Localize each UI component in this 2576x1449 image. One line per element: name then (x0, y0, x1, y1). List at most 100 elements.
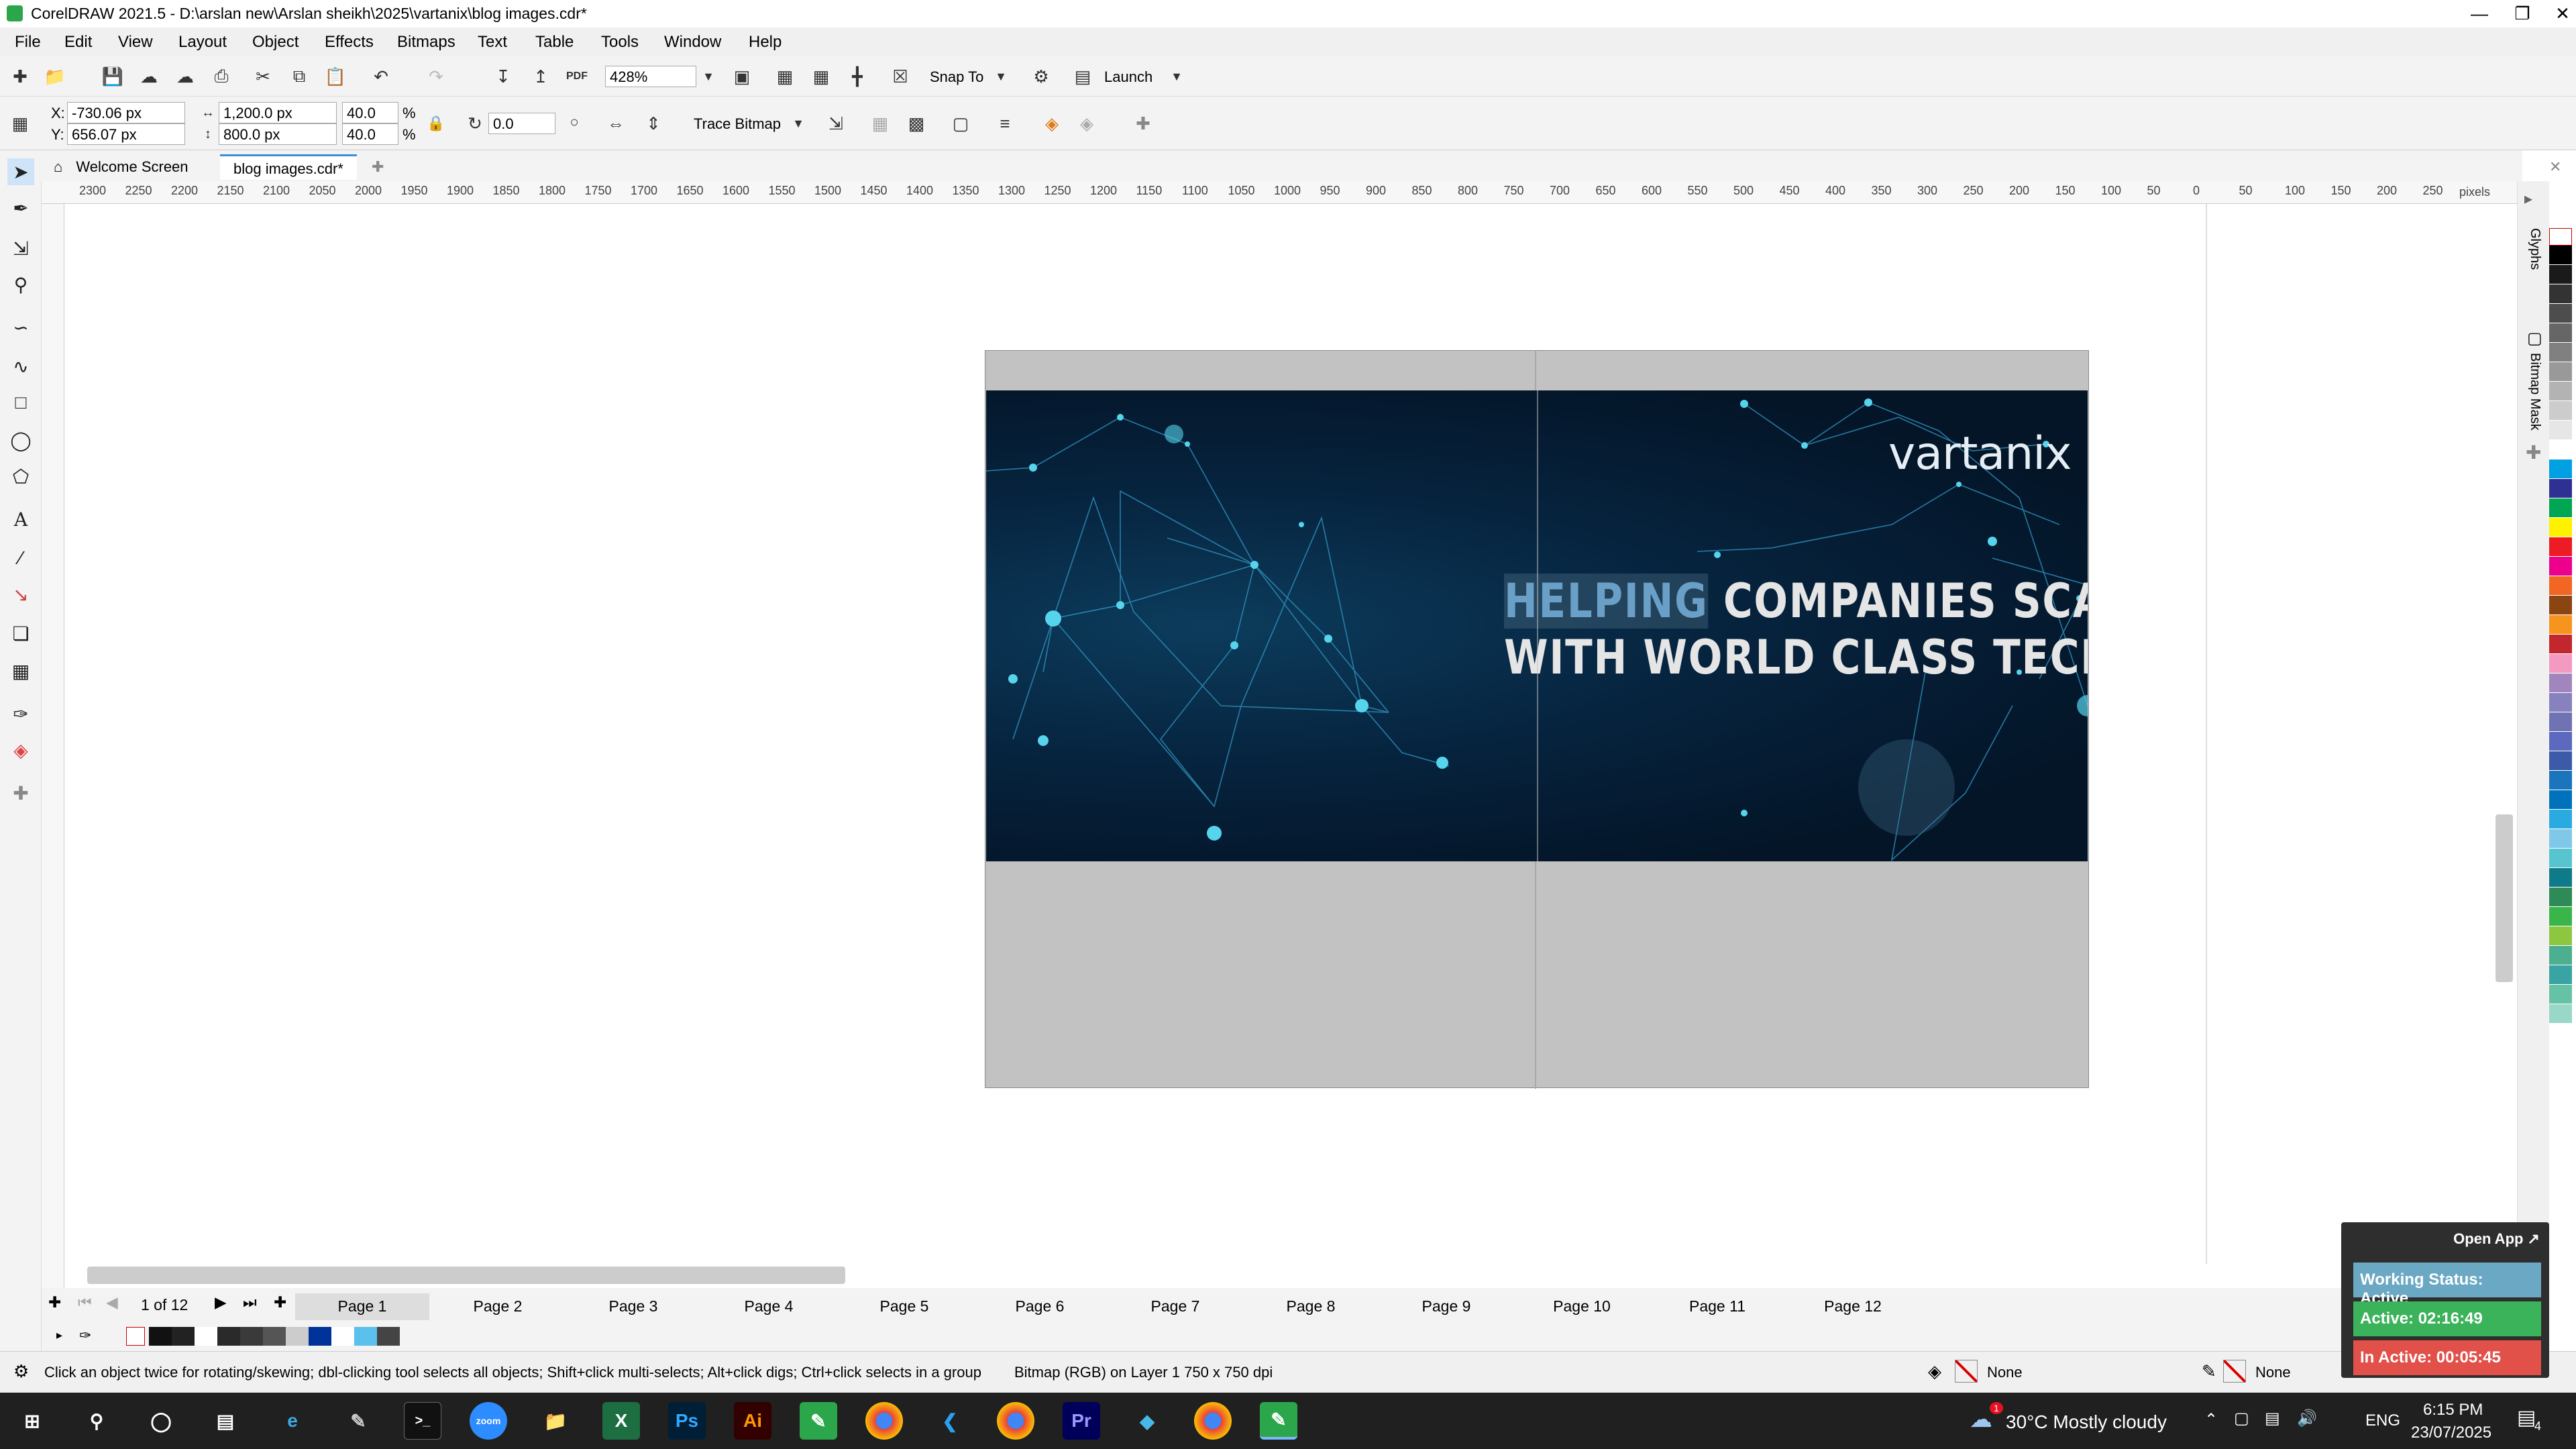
menu-help[interactable]: Help (749, 33, 782, 52)
menu-table[interactable]: Table (535, 33, 574, 52)
palette-swatch[interactable] (2549, 362, 2572, 382)
palette-swatch[interactable] (2549, 946, 2572, 965)
task-view-icon[interactable]: ▤ (207, 1402, 244, 1440)
no-color-swatch[interactable] (2549, 228, 2572, 246)
notification-icon[interactable]: ▤ (2517, 1406, 2536, 1430)
add-page-before-icon[interactable]: ✚ (48, 1293, 61, 1311)
search-icon[interactable]: ⚲ (78, 1402, 115, 1440)
interactive-fill-icon[interactable]: ◈ (7, 737, 34, 763)
color-palette[interactable] (2549, 228, 2576, 1301)
minimize-icon[interactable]: — (2459, 0, 2500, 28)
tray-chevron-icon[interactable]: ⌃ (2204, 1410, 2218, 1430)
edge-icon[interactable]: e (274, 1402, 311, 1440)
illustrator-icon[interactable]: Ai (734, 1402, 771, 1440)
zoom-level-field[interactable]: 428% (605, 66, 696, 87)
export-icon[interactable]: ↥ (527, 63, 554, 90)
page-tab-5[interactable]: Page 5 (837, 1293, 971, 1320)
menu-effects[interactable]: Effects (325, 33, 374, 52)
shape-tool-icon[interactable]: ✒ (7, 195, 34, 221)
trace-dropdown-icon[interactable]: ▼ (785, 110, 812, 137)
artistic-media-icon[interactable]: ∿ (7, 353, 34, 380)
height-field[interactable]: 800.0 px (219, 123, 337, 145)
palette-swatch[interactable] (2549, 265, 2572, 284)
menu-window[interactable]: Window (664, 33, 721, 52)
menu-tools[interactable]: Tools (601, 33, 639, 52)
tab-welcome-screen[interactable]: ⌂ Welcome Screen (40, 154, 202, 180)
menu-edit[interactable]: Edit (64, 33, 92, 52)
y-position-field[interactable]: 656.07 px (67, 123, 185, 145)
palette-swatch[interactable] (2549, 810, 2572, 829)
file-explorer-icon[interactable]: 📁 (537, 1402, 574, 1440)
page-tab-12[interactable]: Page 12 (1786, 1293, 1920, 1320)
lock-ratio-icon[interactable]: 🔒 (423, 110, 449, 137)
show-guidelines-icon[interactable]: ╋ (844, 63, 871, 90)
palette-swatch[interactable] (2549, 1004, 2572, 1024)
launch-icon[interactable]: ▤ (1069, 63, 1096, 90)
palette-swatch[interactable] (2549, 965, 2572, 985)
page-tab-10[interactable]: Page 10 (1515, 1293, 1649, 1320)
palette-swatch[interactable] (2549, 829, 2572, 849)
palette-swatch[interactable] (2549, 849, 2572, 868)
palette-swatch[interactable] (2549, 304, 2572, 323)
palette-swatch[interactable] (2549, 246, 2572, 265)
glyphs-docker-tab[interactable]: Glyphs (2527, 228, 2542, 270)
document-swatch[interactable] (263, 1327, 286, 1346)
cloud-icon[interactable]: ☁ (172, 63, 199, 90)
page-tab-6[interactable]: Page 6 (973, 1293, 1107, 1320)
crop-bitmap-icon[interactable]: ⇲ (822, 110, 849, 137)
save-icon[interactable]: 💾 (99, 63, 126, 90)
weather-text[interactable]: 30°C Mostly cloudy (2006, 1411, 2167, 1433)
page-tab-1[interactable]: Page 1 (295, 1293, 429, 1320)
horizontal-scrollbar[interactable] (87, 1267, 845, 1284)
clock-date[interactable]: 23/07/2025 (2411, 1424, 2491, 1442)
bitmap-mask-docker-tab[interactable]: Bitmap Mask (2527, 353, 2542, 431)
last-page-icon[interactable]: ⏭ (243, 1293, 257, 1311)
drop-shadow-icon[interactable]: ❏ (7, 620, 34, 647)
palette-swatch[interactable] (2549, 440, 2572, 460)
document-swatch[interactable] (195, 1327, 217, 1346)
polygon-tool-icon[interactable]: ⬠ (7, 463, 34, 490)
collapse-docker-icon[interactable]: ▸ (2524, 189, 2532, 209)
palette-swatch[interactable] (2549, 284, 2572, 304)
cut-icon[interactable]: ✂ (250, 63, 276, 90)
copy-icon[interactable]: ⧉ (286, 63, 313, 90)
menu-view[interactable]: View (118, 33, 153, 52)
palette-swatch[interactable] (2549, 382, 2572, 401)
scale-height-field[interactable]: 40.0 (342, 123, 398, 145)
palette-swatch[interactable] (2549, 596, 2572, 615)
document-swatch[interactable] (286, 1327, 309, 1346)
page-tab-3[interactable]: Page 3 (566, 1293, 700, 1320)
width-field[interactable]: 1,200.0 px (219, 102, 337, 123)
parallel-dimension-icon[interactable]: ∕ (7, 545, 34, 572)
app-diamond-icon[interactable]: ◆ (1128, 1402, 1166, 1440)
document-swatch[interactable] (172, 1327, 195, 1346)
import-icon[interactable]: ↧ (490, 63, 517, 90)
meet-now-icon[interactable]: ▢ (2234, 1409, 2249, 1428)
resample-icon[interactable]: ▩ (903, 110, 930, 137)
document-swatches[interactable] (149, 1327, 400, 1346)
snap-to-button[interactable]: Snap To (930, 68, 983, 86)
palette-swatch[interactable] (2549, 907, 2572, 926)
palette-swatch[interactable] (2549, 771, 2572, 790)
crop-tool-icon[interactable]: ⇲ (7, 235, 34, 262)
palette-swatch[interactable] (2549, 615, 2572, 635)
eyedropper-icon[interactable]: ✑ (7, 700, 34, 727)
palette-swatch[interactable] (2549, 537, 2572, 557)
add-docker-icon[interactable]: ✚ (2526, 441, 2541, 464)
zoom-icon[interactable]: zoom (470, 1402, 507, 1440)
fill-swatch[interactable] (1955, 1360, 1978, 1383)
ellipse-tool-icon[interactable]: ◯ (7, 427, 34, 453)
palette-swatch[interactable] (2549, 790, 2572, 810)
add-property-icon[interactable]: ✚ (1130, 110, 1157, 137)
menu-file[interactable]: File (15, 33, 41, 52)
trace-bitmap-button[interactable]: Trace Bitmap (694, 115, 781, 133)
cortana-icon[interactable]: ◯ (142, 1402, 180, 1440)
vertical-ruler[interactable] (42, 204, 64, 1291)
palette-swatch[interactable] (2549, 712, 2572, 732)
terminal-icon[interactable]: >_ (404, 1402, 441, 1440)
new-tab-icon[interactable]: ✚ (358, 154, 397, 180)
wrap-text-icon[interactable]: ≡ (991, 110, 1018, 137)
tab-blog-images[interactable]: blog images.cdr* (220, 154, 357, 180)
pick-tool-icon[interactable]: ➤ (7, 158, 34, 185)
document-swatch[interactable] (377, 1327, 400, 1346)
